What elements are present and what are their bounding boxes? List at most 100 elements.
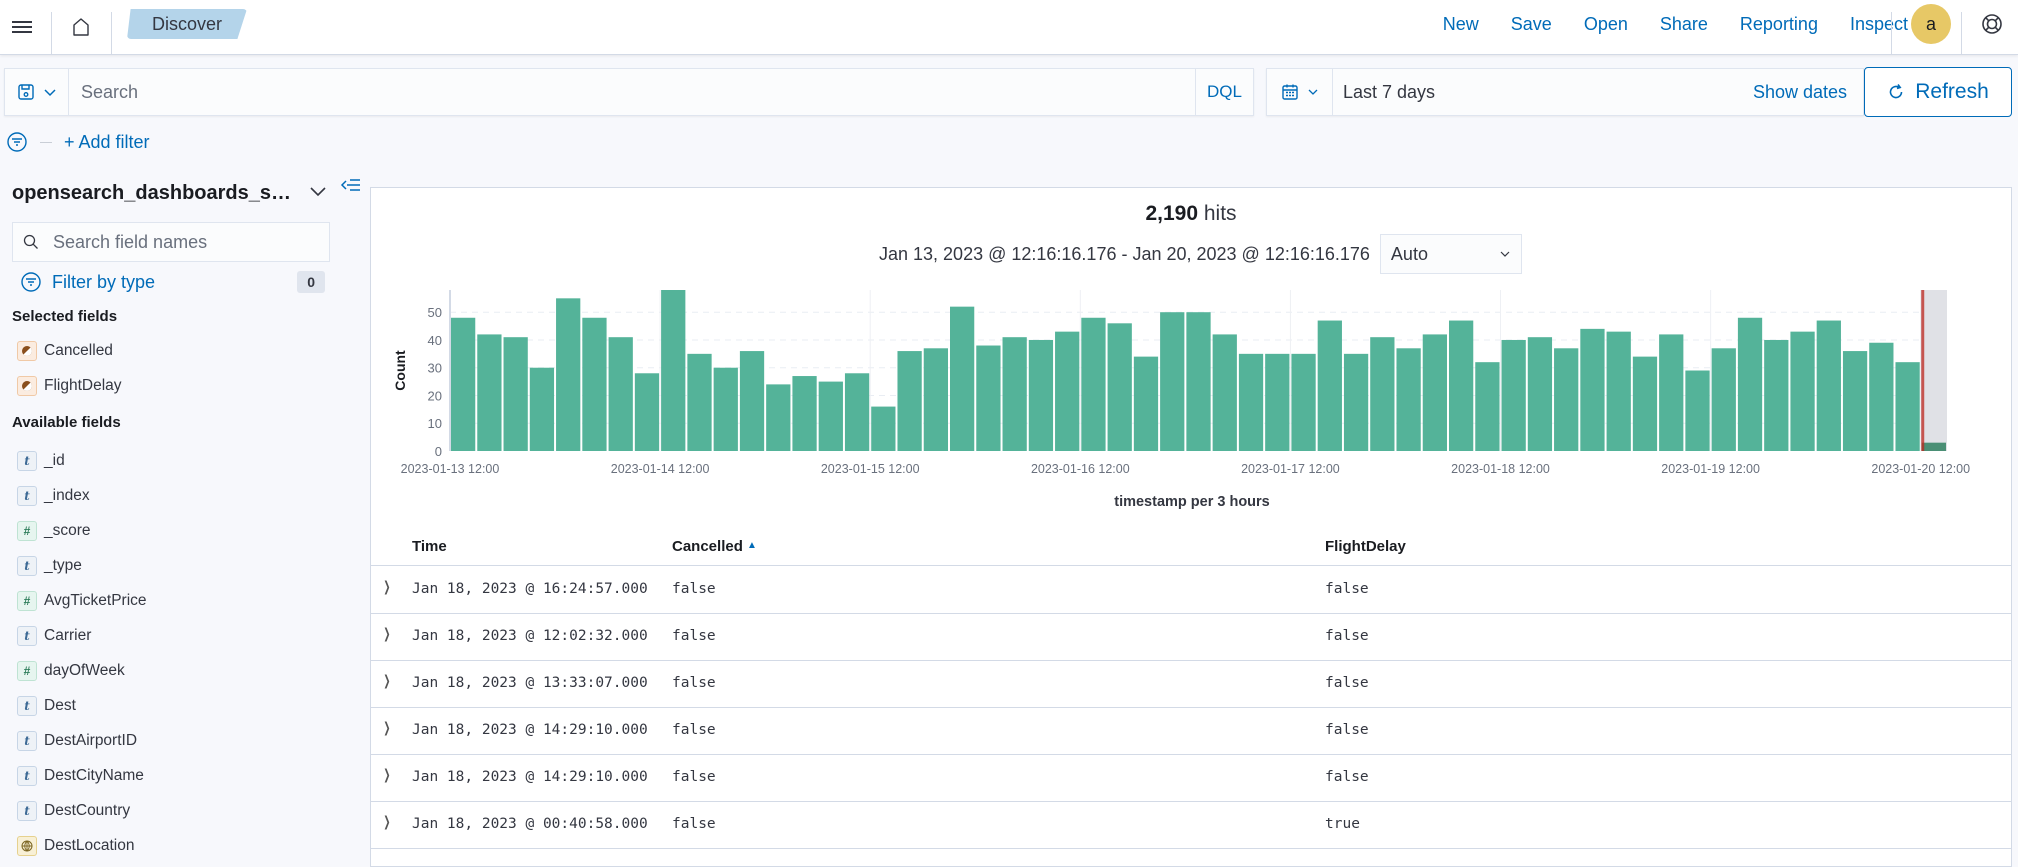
expand-row-icon[interactable]: ❯: [383, 767, 390, 783]
histogram-bar[interactable]: [923, 348, 948, 451]
histogram-bar[interactable]: [1212, 334, 1237, 451]
histogram-bar[interactable]: [1501, 339, 1526, 451]
histogram-bar[interactable]: [976, 345, 1001, 451]
home-button[interactable]: [52, 0, 110, 54]
index-pattern-title[interactable]: opensearch_dashboards_sa...: [12, 182, 292, 205]
filter-options-icon[interactable]: [6, 131, 28, 153]
field-item-destcountry[interactable]: t DestCountry: [17, 800, 130, 822]
share-link[interactable]: Share: [1660, 14, 1708, 35]
histogram-bar[interactable]: [1370, 337, 1395, 451]
histogram-bar[interactable]: [1081, 317, 1106, 451]
saved-query-button[interactable]: [5, 69, 69, 115]
help-lifebuoy-icon[interactable]: [1980, 12, 2004, 36]
expand-row-icon[interactable]: ❯: [383, 673, 390, 689]
field-search-input[interactable]: Search field names: [12, 222, 330, 262]
histogram-bar[interactable]: [1002, 337, 1027, 451]
histogram-bar[interactable]: [477, 334, 502, 451]
histogram-bar[interactable]: [1527, 337, 1553, 451]
field-item-carrier[interactable]: t Carrier: [17, 625, 91, 647]
query-language-button[interactable]: DQL: [1195, 69, 1253, 115]
histogram-bar[interactable]: [1659, 334, 1684, 451]
histogram-bar[interactable]: [582, 317, 607, 451]
histogram-bar[interactable]: [503, 337, 528, 451]
histogram-bar[interactable]: [871, 406, 896, 451]
histogram-bar[interactable]: [1764, 339, 1789, 451]
date-range-text[interactable]: Last 7 days: [1333, 82, 1753, 103]
column-header-flightdelay[interactable]: FlightDelay: [1325, 538, 1406, 555]
histogram-bar[interactable]: [897, 351, 922, 451]
chevron-down-icon[interactable]: [308, 184, 328, 200]
histogram-bar[interactable]: [766, 384, 791, 451]
histogram-bar[interactable]: [608, 337, 633, 451]
histogram-bar[interactable]: [1711, 348, 1736, 451]
histogram-bar[interactable]: [1869, 342, 1894, 451]
table-row[interactable]: ❯ Jan 18, 2023 @ 13:33:07.000 false false: [371, 661, 2011, 708]
histogram-bar[interactable]: [1737, 317, 1763, 451]
table-row[interactable]: ❯ Jan 18, 2023 @ 12:02:32.000 false false: [371, 614, 2011, 661]
save-link[interactable]: Save: [1511, 14, 1552, 35]
show-dates-button[interactable]: Show dates: [1753, 82, 1863, 103]
histogram-bar[interactable]: [1028, 339, 1054, 451]
table-row[interactable]: ❯ Jan 18, 2023 @ 14:29:10.000 false false: [371, 755, 2011, 802]
field-item-cancelled[interactable]: Cancelled: [17, 340, 113, 362]
histogram-bar[interactable]: [1816, 320, 1841, 451]
field-item-type[interactable]: t _type: [17, 555, 82, 577]
histogram-bar[interactable]: [818, 381, 843, 451]
field-item-destcityname[interactable]: t DestCityName: [17, 765, 144, 787]
field-item-destairportid[interactable]: t DestAirportID: [17, 730, 137, 752]
histogram-bar[interactable]: [1422, 334, 1447, 451]
histogram-bar[interactable]: [451, 317, 476, 451]
histogram-bar[interactable]: [844, 373, 870, 451]
user-avatar[interactable]: a: [1911, 4, 1951, 44]
quick-select-button[interactable]: [1267, 69, 1333, 115]
histogram-bar[interactable]: [1160, 312, 1185, 451]
histogram-bar[interactable]: [1107, 323, 1132, 451]
field-item-dayofweek[interactable]: # dayOfWeek: [17, 660, 125, 682]
histogram-chart[interactable]: 0 10 20 30 40 50 2023-01-13 12:00 2023-01-14 12…: [371, 188, 2013, 528]
field-item-flightdelay[interactable]: FlightDelay: [17, 375, 122, 397]
table-row[interactable]: ❯ Jan 18, 2023 @ 00:40:58.000 false true: [371, 802, 2011, 849]
expand-row-icon[interactable]: ❯: [383, 626, 390, 642]
histogram-bar[interactable]: [1396, 348, 1421, 451]
inspect-link[interactable]: Inspect: [1850, 14, 1908, 35]
collapse-sidebar-icon[interactable]: [340, 176, 362, 194]
histogram-bar[interactable]: [1475, 362, 1500, 451]
histogram-bar[interactable]: [661, 290, 686, 451]
histogram-bar[interactable]: [1921, 442, 1946, 451]
histogram-bar[interactable]: [1632, 356, 1658, 451]
search-input[interactable]: Search: [69, 69, 1195, 115]
breadcrumb-discover[interactable]: Discover: [127, 9, 247, 39]
new-link[interactable]: New: [1443, 14, 1479, 35]
histogram-bar[interactable]: [1790, 331, 1815, 451]
add-filter-button[interactable]: + Add filter: [64, 132, 150, 153]
column-header-time[interactable]: Time: [412, 538, 447, 555]
histogram-bar[interactable]: [1554, 348, 1579, 451]
histogram-bar[interactable]: [1186, 312, 1211, 451]
open-link[interactable]: Open: [1584, 14, 1628, 35]
histogram-bar[interactable]: [1606, 331, 1631, 451]
histogram-bar[interactable]: [950, 306, 975, 451]
histogram-bar[interactable]: [687, 353, 712, 451]
refresh-button[interactable]: Refresh: [1864, 67, 2012, 117]
field-item-score[interactable]: # _score: [17, 520, 91, 542]
field-item-index[interactable]: t _index: [17, 485, 90, 507]
field-item-destlocation[interactable]: DestLocation: [17, 835, 134, 857]
histogram-bar[interactable]: [792, 376, 817, 451]
field-item-id[interactable]: t _id: [17, 450, 65, 472]
histogram-bar[interactable]: [1133, 356, 1159, 451]
histogram-bar[interactable]: [529, 367, 555, 451]
histogram-bar[interactable]: [1343, 353, 1369, 451]
histogram-bar[interactable]: [713, 367, 738, 451]
column-header-cancelled[interactable]: Cancelled ▲: [672, 538, 757, 555]
table-row[interactable]: ❯ Jan 18, 2023 @ 14:29:10.000 false false: [371, 708, 2011, 755]
filter-by-type-button[interactable]: Filter by type 0: [20, 270, 325, 294]
histogram-bar[interactable]: [634, 373, 660, 451]
menu-button[interactable]: [0, 0, 44, 54]
reporting-link[interactable]: Reporting: [1740, 14, 1818, 35]
histogram-bar[interactable]: [1895, 362, 1920, 451]
expand-row-icon[interactable]: ❯: [383, 720, 390, 736]
histogram-bar[interactable]: [1449, 320, 1474, 451]
expand-row-icon[interactable]: ❯: [383, 814, 390, 830]
histogram-bar[interactable]: [1842, 351, 1868, 451]
table-row[interactable]: ❯ Jan 18, 2023 @ 16:24:57.000 false false: [371, 567, 2011, 614]
